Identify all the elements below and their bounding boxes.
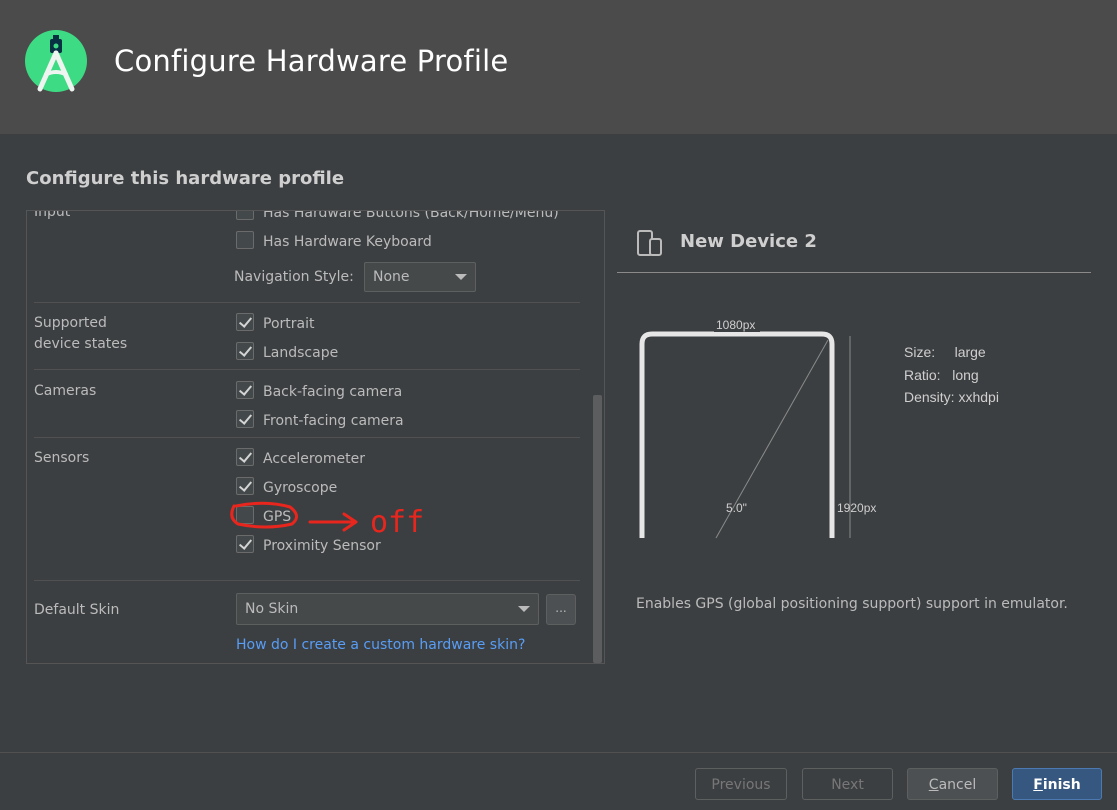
- density-spec: Density: xxhdpi: [904, 389, 999, 405]
- chevron-down-icon: [455, 274, 467, 280]
- checkbox-landscape[interactable]: [236, 342, 254, 360]
- divider: [34, 302, 580, 303]
- navigation-style-label: Navigation Style:: [234, 269, 354, 285]
- cancel-label: ancel: [938, 777, 977, 793]
- scrollbar-track[interactable]: [592, 211, 604, 663]
- checkbox-front-camera[interactable]: [236, 410, 254, 428]
- section-title: Configure this hardware profile: [26, 168, 345, 189]
- checkbox-accelerometer[interactable]: [236, 448, 254, 466]
- device-name: New Device 2: [680, 231, 817, 252]
- annotation-off-text: off: [370, 505, 424, 540]
- device-preview: 1080px 1920px 5.0": [639, 316, 876, 539]
- scrollbar-thumb[interactable]: [593, 395, 602, 663]
- device-states-label-line1: Supported: [34, 315, 107, 331]
- checkbox-hardware-keyboard-label: Has Hardware Keyboard: [263, 234, 432, 250]
- cancel-mnemonic: C: [928, 777, 939, 793]
- finish-mnemonic: F: [1033, 777, 1043, 793]
- hardware-form-panel[interactable]: Input Has Hardware Buttons (Back/Home/Me…: [26, 210, 605, 664]
- cameras-label: Cameras: [34, 383, 97, 399]
- footer-divider: [0, 752, 1117, 753]
- ratio-label: Ratio:: [904, 367, 941, 383]
- device-height-text: 1920px: [837, 501, 876, 515]
- device-diagonal-text: 5.0": [726, 501, 747, 515]
- checkbox-portrait[interactable]: [236, 313, 254, 331]
- checkbox-accelerometer-label: Accelerometer: [263, 451, 365, 467]
- device-icon: [637, 230, 662, 256]
- navigation-style-value: None: [373, 269, 410, 285]
- divider: [34, 369, 580, 370]
- browse-skin-button[interactable]: ...: [546, 594, 576, 625]
- cancel-button[interactable]: Cancel: [907, 768, 998, 800]
- default-skin-label: Default Skin: [34, 602, 120, 618]
- dialog-title: Configure Hardware Profile: [114, 44, 509, 78]
- checkbox-back-camera-label: Back-facing camera: [263, 384, 403, 400]
- density-value: xxhdpi: [958, 389, 999, 405]
- android-studio-logo-icon: [25, 30, 87, 92]
- ratio-spec: Ratio: long: [904, 367, 979, 383]
- checkbox-back-camera[interactable]: [236, 381, 254, 399]
- sensors-label: Sensors: [34, 450, 90, 466]
- checkbox-hardware-keyboard[interactable]: [236, 231, 254, 249]
- ratio-value: long: [952, 367, 979, 383]
- device-width-text: 1080px: [716, 318, 755, 332]
- checkbox-landscape-label: Landscape: [263, 345, 339, 361]
- checkbox-hardware-buttons[interactable]: [236, 211, 254, 220]
- checkbox-hardware-buttons-label: Has Hardware Buttons (Back/Home/Menu): [263, 210, 559, 221]
- checkbox-front-camera-label: Front-facing camera: [263, 413, 404, 429]
- checkbox-portrait-label: Portrait: [263, 316, 315, 332]
- checkbox-gyroscope-label: Gyroscope: [263, 480, 338, 496]
- gps-off-annotation: off: [230, 501, 424, 540]
- divider: [34, 437, 580, 438]
- size-spec: Size: large: [904, 344, 986, 360]
- default-skin-value: No Skin: [245, 601, 299, 617]
- custom-skin-help-link[interactable]: How do I create a custom hardware skin?: [236, 637, 525, 653]
- checkbox-gyroscope[interactable]: [236, 477, 254, 495]
- navigation-style-select[interactable]: None: [364, 262, 476, 292]
- finish-label: inish: [1042, 777, 1081, 793]
- finish-button[interactable]: Finish: [1012, 768, 1102, 800]
- divider: [617, 272, 1091, 273]
- size-label: Size:: [904, 344, 936, 360]
- previous-button[interactable]: Previous: [695, 768, 787, 800]
- density-label: Density:: [904, 389, 955, 405]
- property-description: Enables GPS (global positioning support)…: [636, 596, 1068, 612]
- dialog-header: Configure Hardware Profile: [0, 0, 1117, 134]
- input-group-label: Input: [34, 210, 71, 220]
- size-value: large: [954, 344, 986, 360]
- divider: [34, 580, 580, 581]
- default-skin-select[interactable]: No Skin: [236, 593, 539, 625]
- chevron-down-icon: [518, 606, 530, 612]
- device-states-label-line2: device states: [34, 336, 128, 352]
- next-button[interactable]: Next: [802, 768, 893, 800]
